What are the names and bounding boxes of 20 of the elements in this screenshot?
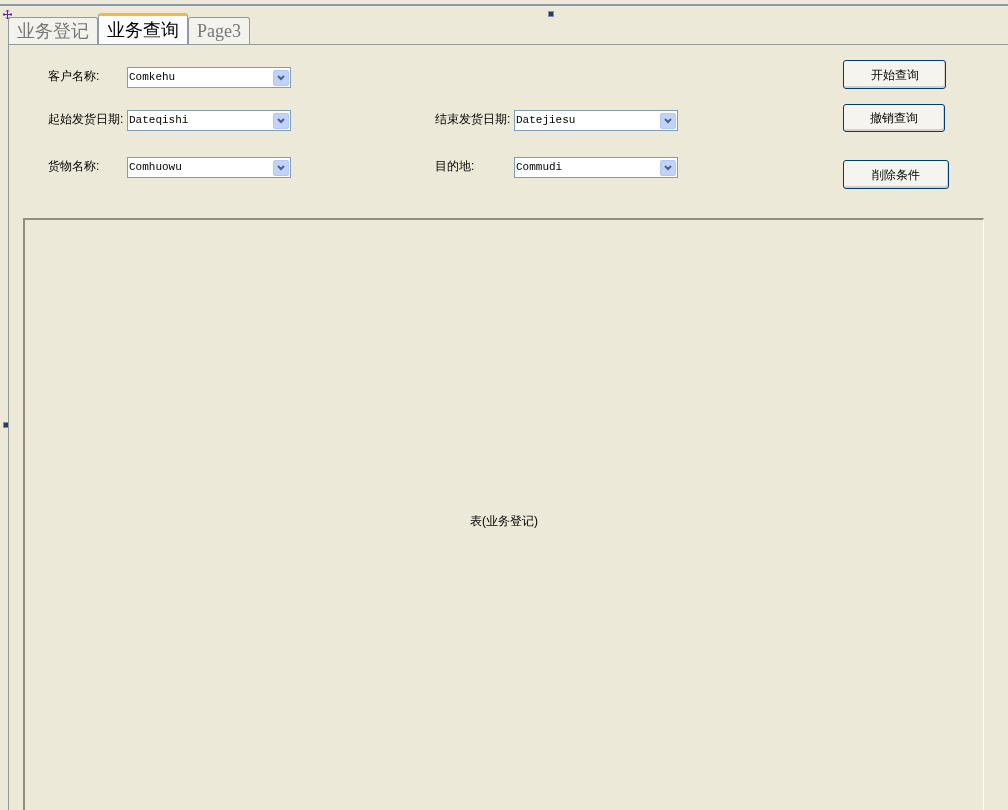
query-button[interactable]: 撤销查询 bbox=[843, 104, 945, 132]
field-label: 客户名称: bbox=[48, 67, 101, 85]
tab[interactable]: 业务登记 bbox=[8, 17, 98, 44]
query-button[interactable]: 开始查询 bbox=[843, 60, 946, 89]
field-label: 起始发货日期: bbox=[48, 110, 125, 128]
combo-box[interactable]: Dateqishi bbox=[127, 110, 291, 131]
field-label: 货物名称: bbox=[48, 157, 101, 175]
subform-label: 表(业务登记) bbox=[470, 513, 538, 530]
combo-box[interactable]: Datejiesu bbox=[514, 110, 678, 131]
move-handle-icon[interactable] bbox=[3, 10, 12, 19]
query-button[interactable]: 削除条件 bbox=[843, 160, 949, 189]
resize-handle-icon[interactable] bbox=[548, 11, 554, 17]
field-label: 目的地: bbox=[435, 157, 476, 175]
combo-box[interactable]: Comkehu bbox=[127, 67, 291, 88]
field-label: 结束发货日期: bbox=[435, 110, 512, 128]
tab[interactable]: Page3 bbox=[188, 17, 250, 44]
combo-box[interactable]: Commudi bbox=[514, 157, 678, 178]
tab[interactable]: 业务查询 bbox=[98, 13, 188, 44]
resize-handle-icon[interactable] bbox=[3, 422, 9, 428]
combo-box[interactable]: Comhuowu bbox=[127, 157, 291, 178]
